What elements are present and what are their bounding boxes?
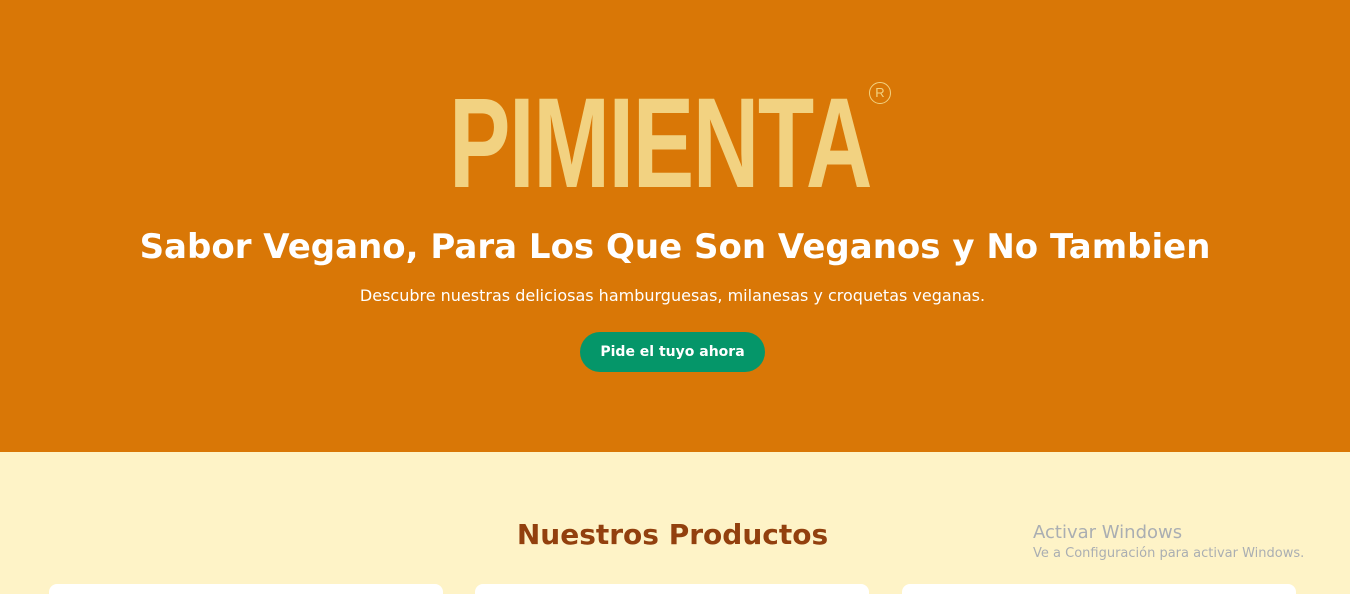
hero-title: Sabor Vegano, Para Los Que Son Veganos y…: [139, 227, 1211, 267]
product-card[interactable]: [49, 584, 443, 604]
product-card[interactable]: [902, 584, 1296, 604]
products-title: Nuestros Productos: [516, 518, 829, 551]
hero-subtitle: Descubre nuestras deliciosas hamburguesa…: [359, 286, 986, 305]
hero-section: PIMIENTA R Sabor Vegano, Para Los Que So…: [0, 0, 1350, 452]
product-card[interactable]: [475, 584, 869, 604]
brand-logo: PIMIENTA R: [449, 80, 899, 208]
order-now-button[interactable]: Pide el tuyo ahora: [580, 332, 765, 372]
products-section: Nuestros Productos: [0, 452, 1350, 604]
logo-text: PIMIENTA: [449, 72, 872, 215]
registered-trademark-icon: R: [869, 82, 891, 104]
